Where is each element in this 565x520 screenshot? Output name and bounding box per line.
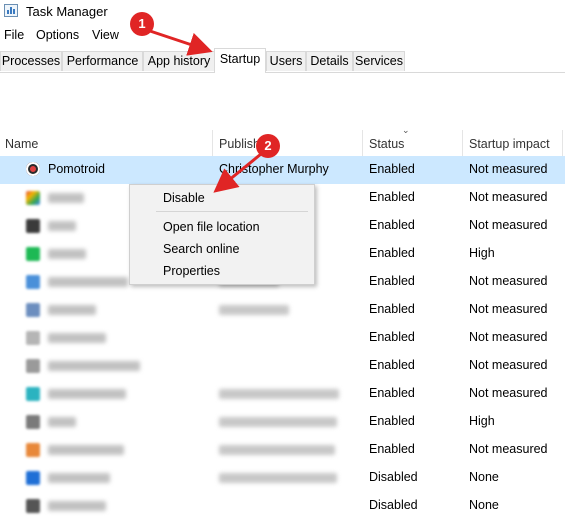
callout-badge-2: 2 [256, 134, 280, 158]
callout-1-arrow [149, 29, 213, 56]
callout-arrows [149, 29, 262, 193]
callout-2-arrow [213, 152, 262, 193]
callout-badge-1: 1 [130, 12, 154, 36]
